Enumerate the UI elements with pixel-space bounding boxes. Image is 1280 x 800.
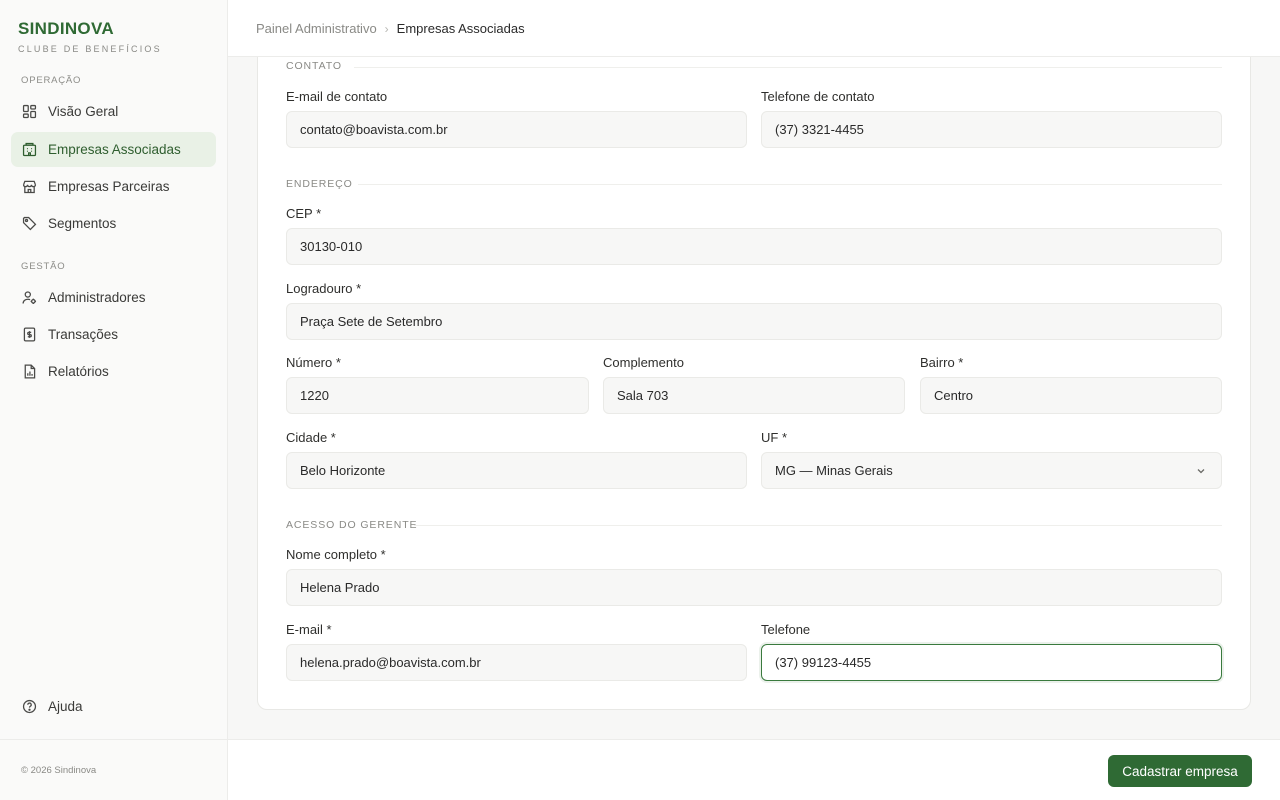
sidebar-item-label: Transações [48, 327, 119, 342]
building-icon [21, 141, 38, 158]
brand-subtitle: CLUBE DE BENEFÍCIOS [18, 44, 162, 54]
numero-field[interactable]: 1220 [286, 377, 589, 414]
sidebar-item-empresas-associadas[interactable]: Empresas Associadas [11, 132, 216, 167]
receipt-icon [21, 326, 38, 343]
grid-icon [21, 103, 38, 120]
uf-label: UF * [761, 430, 787, 445]
complemento-field[interactable]: Sala 703 [603, 377, 905, 414]
nav-section-gestao: GESTÃO [21, 261, 66, 272]
manager-phone-label: Telefone [761, 622, 811, 637]
manager-email-field[interactable]: helena.prado@boavista.com.br [286, 644, 747, 681]
complemento-label: Complemento [603, 355, 684, 370]
sidebar-item-segmentos[interactable]: Segmentos [11, 206, 216, 241]
nav-section-operacao: OPERAÇÃO [21, 75, 82, 86]
brand-name: SINDINOVA [18, 19, 114, 38]
tag-icon [21, 215, 38, 232]
sidebar-item-relatorios[interactable]: Relatórios [11, 354, 216, 389]
section-title-gerente: ACESSO DO GERENTE [286, 519, 418, 531]
sidebar-item-ajuda[interactable]: Ajuda [11, 689, 216, 724]
sidebar-item-label: Segmentos [48, 216, 117, 231]
sidebar-item-label: Visão Geral [48, 104, 119, 119]
manager-phone-field[interactable]: (37) 99123-4455 [761, 644, 1222, 681]
sidebar-item-label: Administradores [48, 290, 146, 305]
user-gear-icon [21, 289, 38, 306]
top-bar: Painel Administrativo › Empresas Associa… [228, 0, 1280, 57]
contact-email-label: E-mail de contato [286, 89, 388, 104]
store-icon [21, 178, 38, 195]
brand-logo[interactable]: SINDINOVA CLUBE DE BENEFÍCIOS [18, 19, 162, 54]
bairro-field[interactable]: Centro [920, 377, 1222, 414]
sidebar-item-label: Relatórios [48, 364, 109, 379]
section-divider [354, 67, 1222, 68]
section-divider [414, 525, 1222, 526]
contact-phone-label: Telefone de contato [761, 89, 875, 104]
copyright-text: © 2026 Sindinova [21, 765, 97, 776]
breadcrumb-separator: › [384, 21, 389, 36]
section-title-endereco: ENDEREÇO [286, 178, 353, 190]
cidade-label: Cidade * [286, 430, 336, 445]
sidebar-item-visao-geral[interactable]: Visão Geral [11, 94, 216, 129]
breadcrumb-parent-link[interactable]: Painel Administrativo [256, 21, 377, 36]
manager-email-label: E-mail * [286, 622, 332, 637]
section-title-contato: CONTATO [286, 60, 342, 72]
uf-select[interactable]: MG — Minas Gerais [761, 452, 1222, 489]
sidebar-footer: © 2026 Sindinova [0, 739, 227, 800]
form-card: CONTATO E-mail de contato contato@boavis… [257, 40, 1251, 710]
manager-name-label: Nome completo * [286, 547, 386, 562]
contact-email-field[interactable]: contato@boavista.com.br [286, 111, 747, 148]
breadcrumb-current: Empresas Associadas [396, 21, 525, 36]
chevron-down-icon [1195, 465, 1207, 477]
sidebar-item-label: Ajuda [48, 699, 83, 714]
manager-name-field[interactable]: Helena Prado [286, 569, 1222, 606]
logradouro-field[interactable]: Praça Sete de Setembro [286, 303, 1222, 340]
section-divider [358, 184, 1222, 185]
submit-button[interactable]: Cadastrar empresa [1108, 755, 1252, 787]
cidade-field[interactable]: Belo Horizonte [286, 452, 747, 489]
bairro-label: Bairro * [920, 355, 964, 370]
cep-field[interactable]: 30130-010 [286, 228, 1222, 265]
cep-label: CEP * [286, 206, 322, 221]
uf-select-value: MG — Minas Gerais [775, 463, 893, 478]
sidebar-item-transacoes[interactable]: Transações [11, 317, 216, 352]
action-bar: Cadastrar empresa [228, 739, 1280, 800]
numero-label: Número * [286, 355, 341, 370]
sidebar: SINDINOVA CLUBE DE BENEFÍCIOS OPERAÇÃO V… [0, 0, 228, 800]
breadcrumb: Painel Administrativo › Empresas Associa… [256, 21, 525, 36]
help-icon [21, 698, 38, 715]
sidebar-item-administradores[interactable]: Administradores [11, 280, 216, 315]
sidebar-item-empresas-parceiras[interactable]: Empresas Parceiras [11, 169, 216, 204]
report-icon [21, 363, 38, 380]
contact-phone-field[interactable]: (37) 3321-4455 [761, 111, 1222, 148]
logradouro-label: Logradouro * [286, 281, 362, 296]
sidebar-item-label: Empresas Parceiras [48, 179, 170, 194]
sidebar-item-label: Empresas Associadas [48, 142, 181, 157]
